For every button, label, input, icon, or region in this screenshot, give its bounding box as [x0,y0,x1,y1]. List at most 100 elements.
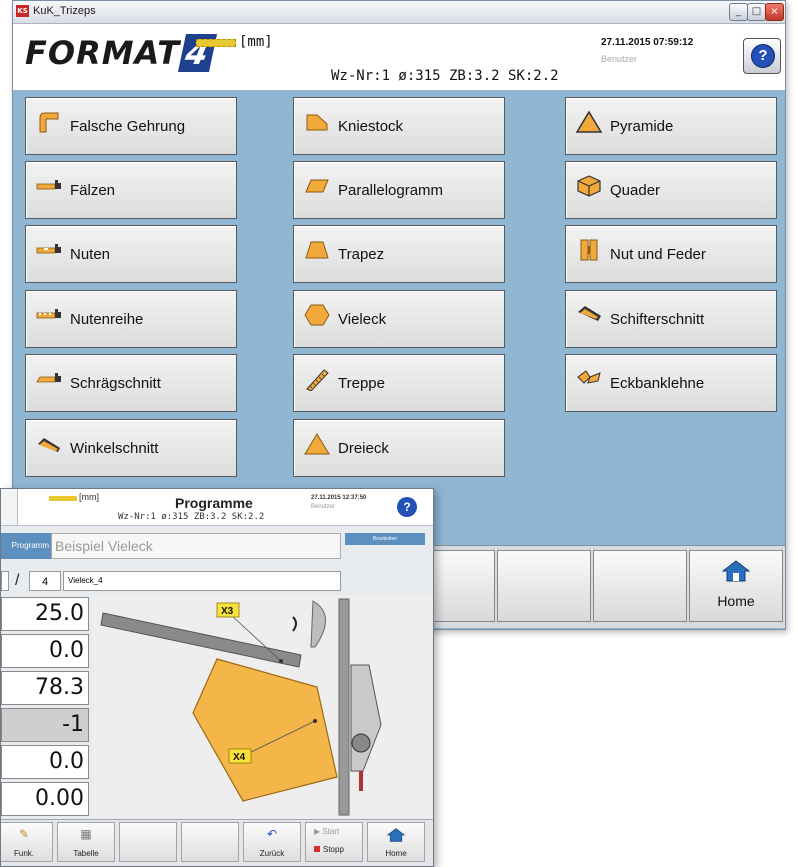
unit-label: [mm] [239,34,273,50]
menu-button-vieleck[interactable]: Vieleck [293,290,505,348]
parallelogramm-icon [305,179,329,193]
vieleck-icon [304,304,330,326]
menu-button-trapez[interactable]: Trapez [293,225,505,283]
pyramide-icon [576,110,602,133]
help-icon: ? [751,44,775,68]
empty-slot[interactable] [181,822,239,862]
trapez-icon [305,241,329,259]
zurueck-button[interactable]: ↶ Zurück [243,822,301,862]
zurueck-label: Zurück [259,849,285,858]
home-button[interactable]: Home [689,550,783,622]
maximize-button[interactable]: □ [747,3,766,21]
step-count[interactable]: 4 [29,571,61,591]
programme-window: [mm] Programme Wz-Nr:1 ø:315 ZB:3.2 SK:2… [0,488,434,867]
start-stop-button[interactable]: ▶ Start Stopp [305,822,363,862]
treppe-icon [306,369,329,391]
help-button[interactable]: ? [743,38,781,74]
kniestock-icon [306,114,328,131]
menu-button-schraegschnitt[interactable]: Schrägschnitt [25,354,237,412]
funk-label: Funk. [13,849,34,858]
menu-button-eckbanklehne[interactable]: Eckbanklehne [565,354,777,412]
function-icon: ✎ [18,827,30,841]
menu-button-nut-und-feder[interactable]: Nut und Feder [565,225,777,283]
window-title: KuK_Trizeps [33,5,96,17]
datetime: 27.11.2015 12:37:50 [311,495,367,501]
menu-label: Schrägschnitt [70,375,161,392]
winkelschnitt-icon [38,438,60,452]
falsche-gehrung-icon [39,112,59,133]
edit-button[interactable]: Bearbeiten [345,533,425,545]
value-field[interactable]: -1 [1,708,89,742]
menu-button-faelzen[interactable]: Fälzen [25,161,237,219]
close-button[interactable]: × [765,3,784,21]
corner-icon [1,489,18,525]
title-bar: KS KuK_Trizeps _ □ × [13,1,785,24]
nut-feder-icon [580,239,598,261]
empty-slot[interactable] [119,822,177,862]
tabelle-button[interactable]: ▦ Tabelle [57,822,115,862]
value-field[interactable]: 0.0 [1,745,89,779]
tabelle-label: Tabelle [73,849,99,858]
minimize-button[interactable]: _ [729,3,748,21]
x3-label: X3 [221,606,234,617]
step-name-field[interactable]: Vieleck_4 [63,571,341,591]
menu-button-falsche-gehrung[interactable]: Falsche Gehrung [25,97,237,155]
machine-head [350,664,382,772]
tool-info: Wz-Nr:1 ø:315 ZB:3.2 SK:2.2 [331,68,559,84]
menu-label: Schifterschnitt [610,311,705,328]
menu-label: Kniestock [338,118,404,135]
help-button[interactable]: ? [397,497,417,517]
angle-rail [100,612,302,668]
menu-button-treppe[interactable]: Treppe [293,354,505,412]
step-separator: / [15,572,20,589]
dreieck-icon [304,433,330,455]
menu-button-winkelschnitt[interactable]: Winkelschnitt [25,419,237,477]
nutenreihe-icon [36,309,61,319]
back-icon: ↶ [266,827,278,841]
cut-diagram-graphic: X3 X4 [100,598,382,816]
value-field[interactable]: 25.0 [1,597,89,631]
x4-label: X4 [233,752,246,763]
menu-button-parallelogramm[interactable]: Parallelogramm [293,161,505,219]
rotation-arrow-icon [292,616,297,632]
menu-label: Nuten [70,246,111,263]
menu-button-nuten[interactable]: Nuten [25,225,237,283]
header: FORMAT4 [mm] Wz-Nr:1 ø:315 ZB:3.2 SK:2.2… [13,24,785,91]
home-label: Home [717,593,755,609]
faelzen-icon [36,180,61,190]
empty-slot[interactable] [593,550,687,622]
nuten-icon [36,244,61,254]
funk-button[interactable]: ✎ Funk. [1,822,53,862]
unit-ruler-icon [49,496,77,501]
menu-label: Parallelogramm [338,182,444,199]
stop-icon [314,846,320,852]
menu-button-nutenreihe[interactable]: Nutenreihe [25,290,237,348]
menu-label: Nut und Feder [610,246,706,263]
menu-label: Trapez [338,246,385,263]
program-label: Programm [1,533,51,559]
table-icon: ▦ [80,827,92,841]
stopp-label: Stopp [323,845,344,854]
empty-slot[interactable] [497,550,591,622]
format4-logo: FORMAT4 [25,34,218,72]
home-button-small[interactable]: Home [367,822,425,862]
programme-toolbar: ✎ Funk. ▦ Tabelle ↶ Zurück ▶ Start Stopp… [1,819,433,866]
menu-button-quader[interactable]: Quader [565,161,777,219]
step-prev[interactable] [1,571,9,591]
quader-icon [577,175,601,197]
datetime: 27.11.2015 07:59:12 [601,37,694,48]
menu-button-kniestock[interactable]: Kniestock [293,97,505,155]
app-icon: KS [16,5,29,17]
programme-header: [mm] Programme Wz-Nr:1 ø:315 ZB:3.2 SK:2… [1,489,433,526]
stopp-label-row: Stopp [314,845,344,854]
menu-button-dreieck[interactable]: Dreieck [293,419,505,477]
value-field[interactable]: 0.00 [1,782,89,816]
menu-button-pyramide[interactable]: Pyramide [565,97,777,155]
value-field[interactable]: 0.0 [1,634,89,668]
tool-info: Wz-Nr:1 ø:315 ZB:3.2 SK:2.2 [118,512,265,522]
program-name-field[interactable]: Beispiel Vieleck [51,533,341,559]
menu-button-schifterschnitt[interactable]: Schifterschnitt [565,290,777,348]
menu-label: Eckbanklehne [610,375,705,392]
value-field[interactable]: 78.3 [1,671,89,705]
programme-title: Programme [175,495,253,511]
